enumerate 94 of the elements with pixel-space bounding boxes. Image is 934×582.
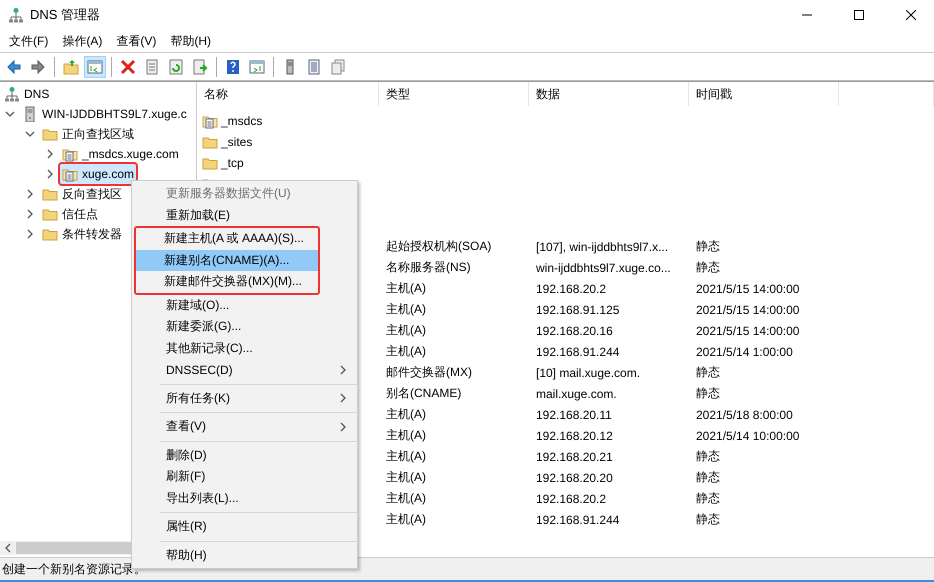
- record-timestamp: 2021/5/15 14:00:00: [696, 302, 800, 316]
- record-type: 主机(A): [386, 512, 426, 526]
- record-type: 主机(A): [386, 281, 426, 295]
- record-name: _msdcs: [221, 114, 262, 128]
- folder-arrow-icon: [63, 58, 79, 74]
- record-type: 别名(CNAME): [386, 386, 462, 400]
- export-icon: [192, 58, 208, 74]
- menu-item[interactable]: 查看(V): [109, 32, 164, 50]
- record-name: _sites: [221, 134, 252, 148]
- context-menu-item[interactable]: 刷新(F): [134, 466, 355, 488]
- record-type: 主机(A): [386, 470, 426, 484]
- column-header[interactable]: 数据: [529, 82, 689, 106]
- record-timestamp: 静态: [696, 239, 720, 253]
- record-type: 主机(A): [386, 491, 426, 505]
- record-type: 起始授权机构(SOA): [386, 239, 492, 253]
- tree-pane-icon: [87, 58, 103, 74]
- menu-item[interactable]: 操作(A): [55, 32, 110, 50]
- help-icon: [225, 58, 241, 74]
- tree-item[interactable]: _msdcs.xuge.com: [60, 144, 181, 164]
- record-timestamp: 2021/5/15 14:00:00: [696, 324, 800, 338]
- record-timestamp: 静态: [696, 512, 720, 526]
- copy-icon: [330, 58, 346, 74]
- tree-item[interactable]: 反向查找区: [40, 184, 124, 204]
- context-menu-item[interactable]: 新建别名(CNAME)(A)...: [136, 250, 318, 271]
- tree-item[interactable]: DNS: [2, 84, 52, 104]
- menu-item[interactable]: 帮助(H): [163, 32, 218, 50]
- context-menu-item[interactable]: 帮助(H): [134, 544, 355, 566]
- context-menu-item[interactable]: 新建邮件交换器(MX)(M)...: [136, 271, 318, 292]
- record-type: 邮件交换器(MX): [386, 365, 472, 379]
- context-menu-item[interactable]: 导出列表(L)...: [134, 488, 355, 509]
- window-icon: [249, 58, 265, 74]
- tree-item[interactable]: 条件转发器: [40, 224, 124, 244]
- tree-item[interactable]: WIN-IJDDBHTS9L7.xuge.c: [20, 104, 189, 124]
- record-timestamp: 静态: [696, 449, 720, 463]
- record-data: 192.168.20.20: [536, 470, 613, 484]
- context-menu-item[interactable]: 所有任务(K): [134, 388, 355, 409]
- context-menu-item[interactable]: 查看(V): [134, 416, 355, 438]
- record-data: 192.168.20.16: [536, 324, 613, 338]
- maximize-icon: [854, 10, 864, 20]
- properties-icon: [144, 58, 160, 74]
- delete-x-icon: [120, 58, 136, 74]
- tree-item[interactable]: 信任点: [40, 204, 100, 224]
- record-data: 192.168.20.12: [536, 428, 613, 442]
- menu-item[interactable]: 文件(F): [2, 32, 56, 50]
- record-data: 192.168.91.244: [536, 512, 620, 526]
- network-icon: [4, 86, 20, 102]
- record-type: 名称服务器(NS): [386, 260, 471, 274]
- forward-arrow-icon: [30, 58, 46, 74]
- record-data: 192.168.20.21: [536, 450, 613, 464]
- context-menu-item[interactable]: 新建委派(G)...: [134, 316, 355, 338]
- record-type: 主机(A): [386, 428, 426, 442]
- record-name: _tcp: [221, 156, 244, 170]
- record-data: 192.168.91.125: [536, 302, 620, 316]
- record-data: [107], win-ijddbhts9l7.x...: [536, 240, 668, 254]
- record-timestamp: 2021/5/15 14:00:00: [696, 282, 800, 296]
- record-data: 192.168.91.244: [536, 344, 620, 358]
- context-menu-item[interactable]: 新建主机(A 或 AAAA)(S)...: [136, 228, 318, 250]
- close-icon: [906, 10, 916, 20]
- record-type: 主机(A): [386, 302, 426, 316]
- record-timestamp: 静态: [696, 260, 720, 274]
- tree-item[interactable]: xuge.com: [60, 164, 136, 184]
- column-header[interactable]: 时间戳: [689, 82, 839, 106]
- record-timestamp: 静态: [696, 365, 720, 379]
- record-timestamp: 2021/5/14 10:00:00: [696, 428, 800, 442]
- back-arrow-icon: [6, 58, 22, 74]
- context-menu-item[interactable]: DNSSEC(D): [134, 359, 355, 380]
- context-menu-item[interactable]: 删除(D): [134, 444, 355, 466]
- record-data: [10] mail.xuge.com.: [536, 366, 640, 380]
- record-timestamp: 静态: [696, 470, 720, 484]
- refresh-icon: [168, 58, 184, 74]
- context-menu-item[interactable]: 新建域(O)...: [134, 294, 355, 316]
- column-header[interactable]: 名称: [197, 82, 379, 106]
- record-timestamp: 2021/5/14 1:00:00: [696, 344, 793, 358]
- tree-item[interactable]: 正向查找区域: [40, 124, 136, 144]
- record-data: 192.168.20.2: [536, 282, 606, 296]
- record-data: win-ijddbhts9l7.xuge.co...: [536, 260, 671, 274]
- record-type: 主机(A): [386, 407, 426, 421]
- record-timestamp: 静态: [696, 386, 720, 400]
- context-menu-item[interactable]: 重新加载(E): [134, 204, 355, 226]
- window-title: DNS 管理器: [30, 6, 100, 24]
- record-type: 主机(A): [386, 344, 426, 358]
- record-type: 主机(A): [386, 323, 426, 337]
- record-data: mail.xuge.com.: [536, 386, 617, 400]
- context-menu-item[interactable]: 其他新记录(C)...: [134, 338, 355, 359]
- record-timestamp: 静态: [696, 491, 720, 505]
- context-menu-item[interactable]: 属性(R): [134, 516, 355, 538]
- record-timestamp: 2021/5/18 8:00:00: [696, 408, 793, 422]
- record-data: 192.168.20.11: [536, 408, 612, 422]
- record-data: 192.168.20.2: [536, 492, 606, 506]
- network-icon: [8, 7, 24, 23]
- tree-pane-button[interactable]: [84, 56, 106, 78]
- record-type: 主机(A): [386, 449, 426, 463]
- list-icon: [306, 58, 322, 74]
- column-header[interactable]: 类型: [379, 82, 529, 106]
